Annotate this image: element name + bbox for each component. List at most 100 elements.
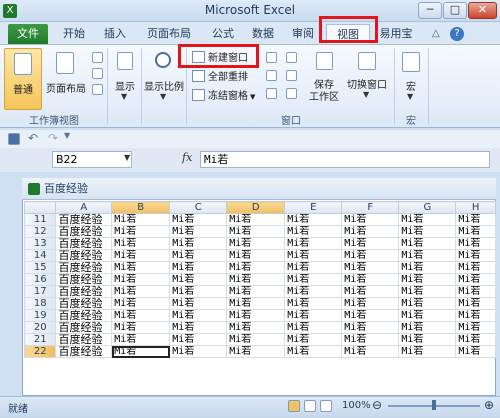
row-header[interactable]: 13 xyxy=(24,237,57,250)
cell-b[interactable]: Mi若 xyxy=(111,321,171,334)
arrange-all-button[interactable]: 全部重排 xyxy=(192,69,258,86)
hide-icon[interactable] xyxy=(266,70,277,81)
cell-f[interactable]: Mi若 xyxy=(341,333,400,346)
cell-d[interactable]: Mi若 xyxy=(226,237,286,250)
zoom-level[interactable]: 100% xyxy=(342,400,371,411)
cell-a[interactable]: 百度经验 xyxy=(55,273,113,286)
name-box[interactable]: B22 xyxy=(52,151,132,168)
cell-a[interactable]: 百度经验 xyxy=(55,261,113,274)
reset-position-icon[interactable] xyxy=(286,88,297,99)
ribbon-minimize-icon[interactable]: △ xyxy=(432,28,446,41)
cell-a[interactable]: 百度经验 xyxy=(55,213,113,226)
cell-c[interactable]: Mi若 xyxy=(169,249,228,262)
cell-a[interactable]: 百度经验 xyxy=(55,345,113,358)
cell-e[interactable]: Mi若 xyxy=(284,225,343,238)
tab-insert[interactable]: 插入 xyxy=(98,24,132,44)
cell-c[interactable]: Mi若 xyxy=(169,261,228,274)
normal-view-button[interactable]: 普通 xyxy=(4,48,42,110)
cell-c[interactable]: Mi若 xyxy=(169,321,228,334)
row-header[interactable]: 20 xyxy=(24,321,57,334)
save-icon[interactable] xyxy=(8,133,20,145)
cell-h[interactable]: Mi若 xyxy=(455,225,496,238)
cell-a[interactable]: 百度经验 xyxy=(55,237,113,250)
cell-c[interactable]: Mi若 xyxy=(169,285,228,298)
cell-h[interactable]: Mi若 xyxy=(455,345,496,358)
cell-a[interactable]: 百度经验 xyxy=(55,285,113,298)
cell-b[interactable]: Mi若 xyxy=(111,261,171,274)
tab-page-layout[interactable]: 页面布局 xyxy=(140,24,198,44)
undo-icon[interactable]: ↶ xyxy=(28,131,38,145)
split-icon[interactable] xyxy=(266,52,277,63)
redo-icon[interactable]: ↷ xyxy=(48,131,58,145)
cell-g[interactable]: Mi若 xyxy=(398,213,457,226)
row-header[interactable]: 17 xyxy=(24,285,57,298)
cell-a[interactable]: 百度经验 xyxy=(55,225,113,238)
cell-c[interactable]: Mi若 xyxy=(169,333,228,346)
cell-h[interactable]: Mi若 xyxy=(455,273,496,286)
column-header-g[interactable]: G xyxy=(398,201,457,214)
cell-d[interactable]: Mi若 xyxy=(226,249,286,262)
cell-e[interactable]: Mi若 xyxy=(284,285,343,298)
cell-b[interactable]: Mi若 xyxy=(111,285,171,298)
tab-addin[interactable]: 易用宝 xyxy=(374,24,418,44)
row-header[interactable]: 12 xyxy=(24,225,57,238)
custom-views-icon[interactable] xyxy=(92,68,103,79)
cell-d[interactable]: Mi若 xyxy=(226,225,286,238)
cell-d[interactable]: Mi若 xyxy=(226,213,286,226)
cell-e[interactable]: Mi若 xyxy=(284,273,343,286)
sync-scroll-icon[interactable] xyxy=(286,70,297,81)
cell-g[interactable]: Mi若 xyxy=(398,345,457,358)
freeze-panes-button[interactable]: 冻结窗格 ▼ xyxy=(192,88,270,105)
switch-windows-button[interactable]: 切换窗口 ▼ xyxy=(344,48,390,110)
zoom-out-icon[interactable]: ⊖ xyxy=(372,398,382,412)
row-header[interactable]: 14 xyxy=(24,249,57,262)
zoom-slider-thumb[interactable] xyxy=(432,400,436,410)
cell-g[interactable]: Mi若 xyxy=(398,297,457,310)
cell-f[interactable]: Mi若 xyxy=(341,321,400,334)
row-header[interactable]: 16 xyxy=(24,273,57,286)
cell-e[interactable]: Mi若 xyxy=(284,309,343,322)
full-screen-icon[interactable] xyxy=(92,84,103,95)
cell-f[interactable]: Mi若 xyxy=(341,225,400,238)
column-header-h[interactable]: H xyxy=(455,201,496,214)
cell-c[interactable]: Mi若 xyxy=(169,309,228,322)
cell-a[interactable]: 百度经验 xyxy=(55,249,113,262)
customize-qat-icon[interactable]: ▼ xyxy=(64,131,70,140)
help-icon[interactable]: ? xyxy=(450,27,464,41)
view-side-by-side-icon[interactable] xyxy=(286,52,297,63)
row-header[interactable]: 19 xyxy=(24,309,57,322)
cell-b[interactable]: Mi若 xyxy=(111,345,171,358)
page-break-preview-icon[interactable] xyxy=(92,52,103,63)
cell-b[interactable]: Mi若 xyxy=(111,273,171,286)
cell-f[interactable]: Mi若 xyxy=(341,297,400,310)
row-header[interactable]: 11 xyxy=(24,213,57,226)
cell-h[interactable]: Mi若 xyxy=(455,285,496,298)
select-all-corner[interactable] xyxy=(24,201,57,214)
column-header-a[interactable]: A xyxy=(55,201,113,214)
function-icon[interactable]: fx xyxy=(182,151,192,164)
cell-h[interactable]: Mi若 xyxy=(455,237,496,250)
cell-g[interactable]: Mi若 xyxy=(398,273,457,286)
cell-f[interactable]: Mi若 xyxy=(341,261,400,274)
cell-h[interactable]: Mi若 xyxy=(455,213,496,226)
cell-h[interactable]: Mi若 xyxy=(455,333,496,346)
cell-d[interactable]: Mi若 xyxy=(226,333,286,346)
cell-d[interactable]: Mi若 xyxy=(226,309,286,322)
cell-d[interactable]: Mi若 xyxy=(226,273,286,286)
cell-g[interactable]: Mi若 xyxy=(398,333,457,346)
cell-e[interactable]: Mi若 xyxy=(284,297,343,310)
cell-d[interactable]: Mi若 xyxy=(226,261,286,274)
cell-c[interactable]: Mi若 xyxy=(169,297,228,310)
cell-b[interactable]: Mi若 xyxy=(111,333,171,346)
tab-review[interactable]: 审阅 xyxy=(286,24,320,44)
page-layout-view-button[interactable]: 页面布局 xyxy=(44,48,88,110)
cell-e[interactable]: Mi若 xyxy=(284,333,343,346)
cell-b[interactable]: Mi若 xyxy=(111,225,171,238)
row-header[interactable]: 15 xyxy=(24,261,57,274)
cell-a[interactable]: 百度经验 xyxy=(55,297,113,310)
cell-c[interactable]: Mi若 xyxy=(169,345,228,358)
cell-e[interactable]: Mi若 xyxy=(284,213,343,226)
macros-button[interactable]: 宏 ▼ xyxy=(398,48,424,110)
cell-c[interactable]: Mi若 xyxy=(169,225,228,238)
cell-e[interactable]: Mi若 xyxy=(284,237,343,250)
